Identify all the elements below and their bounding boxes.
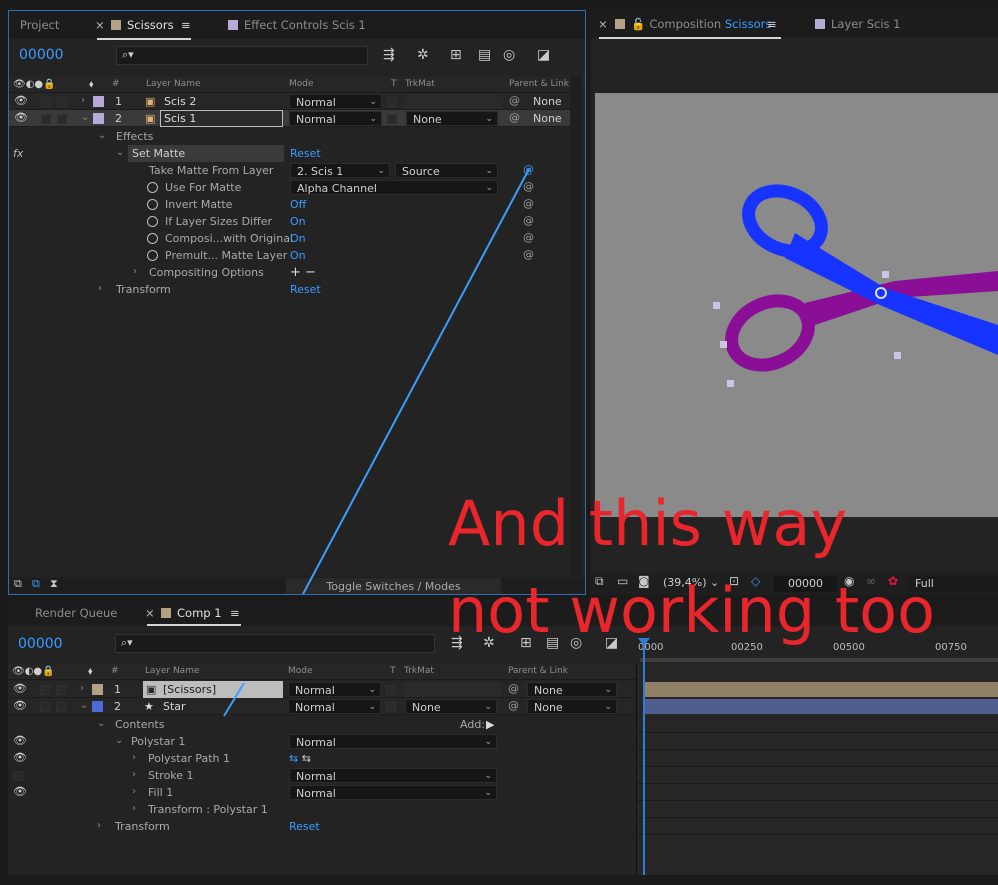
panel-menu-icon[interactable]: ≡	[767, 10, 777, 38]
bounding-handle	[882, 271, 889, 278]
bounding-handle	[727, 380, 734, 387]
bounding-handle	[720, 341, 727, 348]
tab-label: Layer Scis 1	[831, 17, 901, 31]
composition-prefix: Composition	[649, 17, 722, 31]
annotation-line-1: And this way	[448, 487, 848, 560]
tab-layer-viewer[interactable]: Layer Scis 1	[815, 10, 901, 38]
lock-icon[interactable]: 🔓	[631, 17, 645, 31]
annotation-line-2: not working too	[448, 574, 936, 647]
tab-underline	[599, 37, 781, 39]
bounding-handle	[713, 302, 720, 309]
composition-canvas[interactable]	[595, 93, 998, 517]
scissors-image	[713, 184, 998, 387]
label-swatch	[615, 19, 625, 29]
label-swatch	[815, 19, 825, 29]
tab-composition[interactable]: 🔓 Composition Scissors	[615, 10, 771, 38]
composition-name: Scissors	[724, 17, 772, 31]
close-icon[interactable]: ×	[598, 10, 608, 38]
bounding-handle	[894, 352, 901, 359]
